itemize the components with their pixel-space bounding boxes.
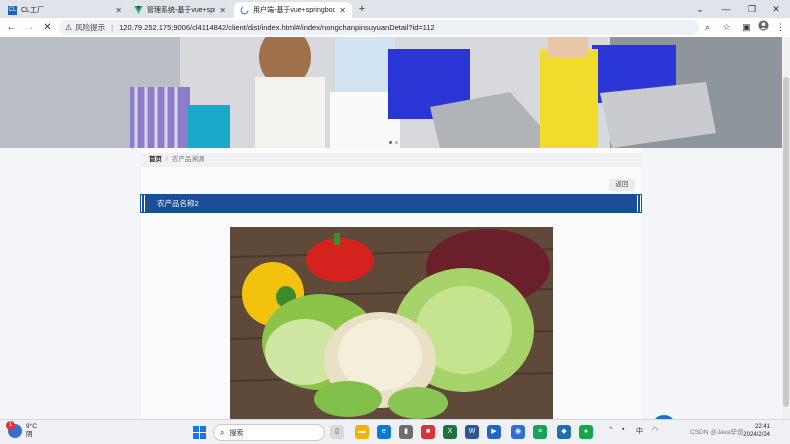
- shopping-banner-image: [0, 37, 782, 148]
- back-button[interactable]: 返回: [609, 179, 635, 191]
- tab-search-icon[interactable]: ⌄: [690, 2, 710, 16]
- windows-start-icon[interactable]: [193, 426, 206, 439]
- vue-logo-icon: [134, 6, 143, 15]
- page-scrollbar[interactable]: [782, 37, 790, 419]
- sidebar-icon[interactable]: ▣: [739, 20, 754, 35]
- weather-temperature: 9°C: [26, 423, 37, 430]
- close-icon[interactable]: ✕: [115, 6, 122, 15]
- minimize-icon[interactable]: —: [716, 2, 736, 16]
- vpn-app-icon[interactable]: ≡: [533, 425, 547, 439]
- carousel-dot[interactable]: [389, 141, 392, 144]
- tab-strip: CL CL工厂 ✕ 管理系统-基于vue+springbo ✕ 用户端-基于vu…: [0, 0, 790, 18]
- warning-icon[interactable]: ⚠: [65, 23, 72, 32]
- scrollbar-thumb[interactable]: [783, 77, 789, 407]
- product-image: [230, 227, 553, 419]
- task-view-icon[interactable]: ▯: [330, 425, 344, 439]
- tab-label: 管理系统-基于vue+springbo: [147, 7, 216, 14]
- breadcrumb-home-link[interactable]: 首页: [149, 156, 162, 163]
- red-app-icon[interactable]: ■: [421, 425, 435, 439]
- cl-favicon-icon: CL: [8, 5, 17, 15]
- weather-description: 阴: [26, 431, 33, 438]
- file-explorer-icon[interactable]: ▬: [355, 425, 369, 439]
- csdn-watermark: CSDN @Java毕设: [690, 429, 744, 436]
- tab-cl-factory[interactable]: CL CL工厂 ✕: [2, 2, 128, 18]
- weather-icon: 1: [6, 421, 22, 438]
- detail-content: 首页 / 农产品溯源 返回 农产品名称2: [140, 148, 642, 419]
- address-bar[interactable]: ⚠ 风险提示 | 120.79.252.175:9006/cl4114842/c…: [59, 20, 699, 35]
- ide-app-icon[interactable]: ◆: [557, 425, 571, 439]
- zoom-icon[interactable]: ⌕: [700, 20, 715, 35]
- banner-carousel[interactable]: [0, 37, 782, 148]
- clock-time: 22:41: [754, 424, 770, 430]
- url-text[interactable]: 120.79.252.175:9006/cl4114842/client/dis…: [119, 23, 435, 32]
- tab-label: 用户端-基于vue+springboo: [253, 7, 336, 14]
- product-title-bar: 农产品名称2: [140, 194, 642, 213]
- breadcrumb: 首页 / 农产品溯源: [141, 153, 641, 167]
- close-icon[interactable]: ✕: [219, 6, 226, 15]
- clock-date: 2024/2/24: [743, 432, 770, 438]
- carousel-dot[interactable]: [395, 141, 398, 144]
- search-placeholder: 搜索: [229, 429, 244, 437]
- excel-icon[interactable]: X: [443, 425, 457, 439]
- edge-browser-icon[interactable]: e: [377, 425, 391, 439]
- bookmark-star-icon[interactable]: ☆: [719, 20, 734, 35]
- browser-toolbar: ← → ✕ ⚠ 风险提示 | 120.79.252.175:9006/cl411…: [0, 18, 790, 37]
- back-arrow-icon[interactable]: ←: [4, 20, 19, 35]
- media-player-icon[interactable]: ▶: [487, 425, 501, 439]
- ime-indicator[interactable]: 中: [636, 426, 643, 436]
- new-tab-button[interactable]: +: [355, 2, 369, 16]
- tab-label: CL工厂: [21, 7, 44, 14]
- menu-dots-icon[interactable]: ⋮: [773, 20, 788, 35]
- weather-widget[interactable]: 1 9°C 阴: [6, 421, 37, 439]
- security-risk-label[interactable]: 风险提示: [75, 22, 105, 33]
- stop-loading-icon[interactable]: ✕: [40, 20, 55, 35]
- tab-user-client[interactable]: 用户端-基于vue+springboo ✕: [234, 2, 352, 18]
- search-icon: ⌕: [220, 427, 225, 437]
- tab-admin-system[interactable]: 管理系统-基于vue+springbo ✕: [128, 2, 232, 18]
- word-icon[interactable]: W: [465, 425, 479, 439]
- taskbar-clock[interactable]: 22:41 2024/2/24: [742, 423, 770, 439]
- app-icon[interactable]: ▮: [399, 425, 413, 439]
- carousel-dots: [389, 141, 398, 144]
- window-close-icon[interactable]: ✕: [766, 2, 786, 16]
- notification-badge: 1: [6, 421, 15, 430]
- divider: |: [111, 23, 114, 32]
- maximize-icon[interactable]: ❐: [742, 2, 762, 16]
- forward-arrow-icon[interactable]: →: [22, 20, 37, 35]
- profile-avatar-icon[interactable]: [756, 20, 771, 35]
- taskbar-search-box[interactable]: ⌕ 搜索: [213, 424, 325, 441]
- breadcrumb-current: 农产品溯源: [171, 156, 205, 163]
- breadcrumb-separator: /: [166, 156, 168, 163]
- tray-app-icon[interactable]: ▪: [622, 426, 624, 433]
- loading-icon: [240, 6, 249, 15]
- page-viewport: 首页 / 农产品溯源 返回 农产品名称2: [0, 37, 782, 419]
- close-icon[interactable]: ✕: [339, 6, 346, 15]
- chrome-browser-icon[interactable]: ◉: [511, 425, 525, 439]
- tray-expand-icon[interactable]: ⌃: [608, 426, 614, 434]
- wifi-icon[interactable]: ◠: [652, 426, 658, 434]
- windows-taskbar: 1 9°C 阴 ⌕ 搜索 ▯ ▬ e ▮ ■ X W ▶ ◉ ≡ ◆ ● ⌃ ▪…: [0, 419, 790, 444]
- product-title: 农产品名称2: [157, 199, 199, 208]
- wechat-icon[interactable]: ●: [579, 425, 593, 439]
